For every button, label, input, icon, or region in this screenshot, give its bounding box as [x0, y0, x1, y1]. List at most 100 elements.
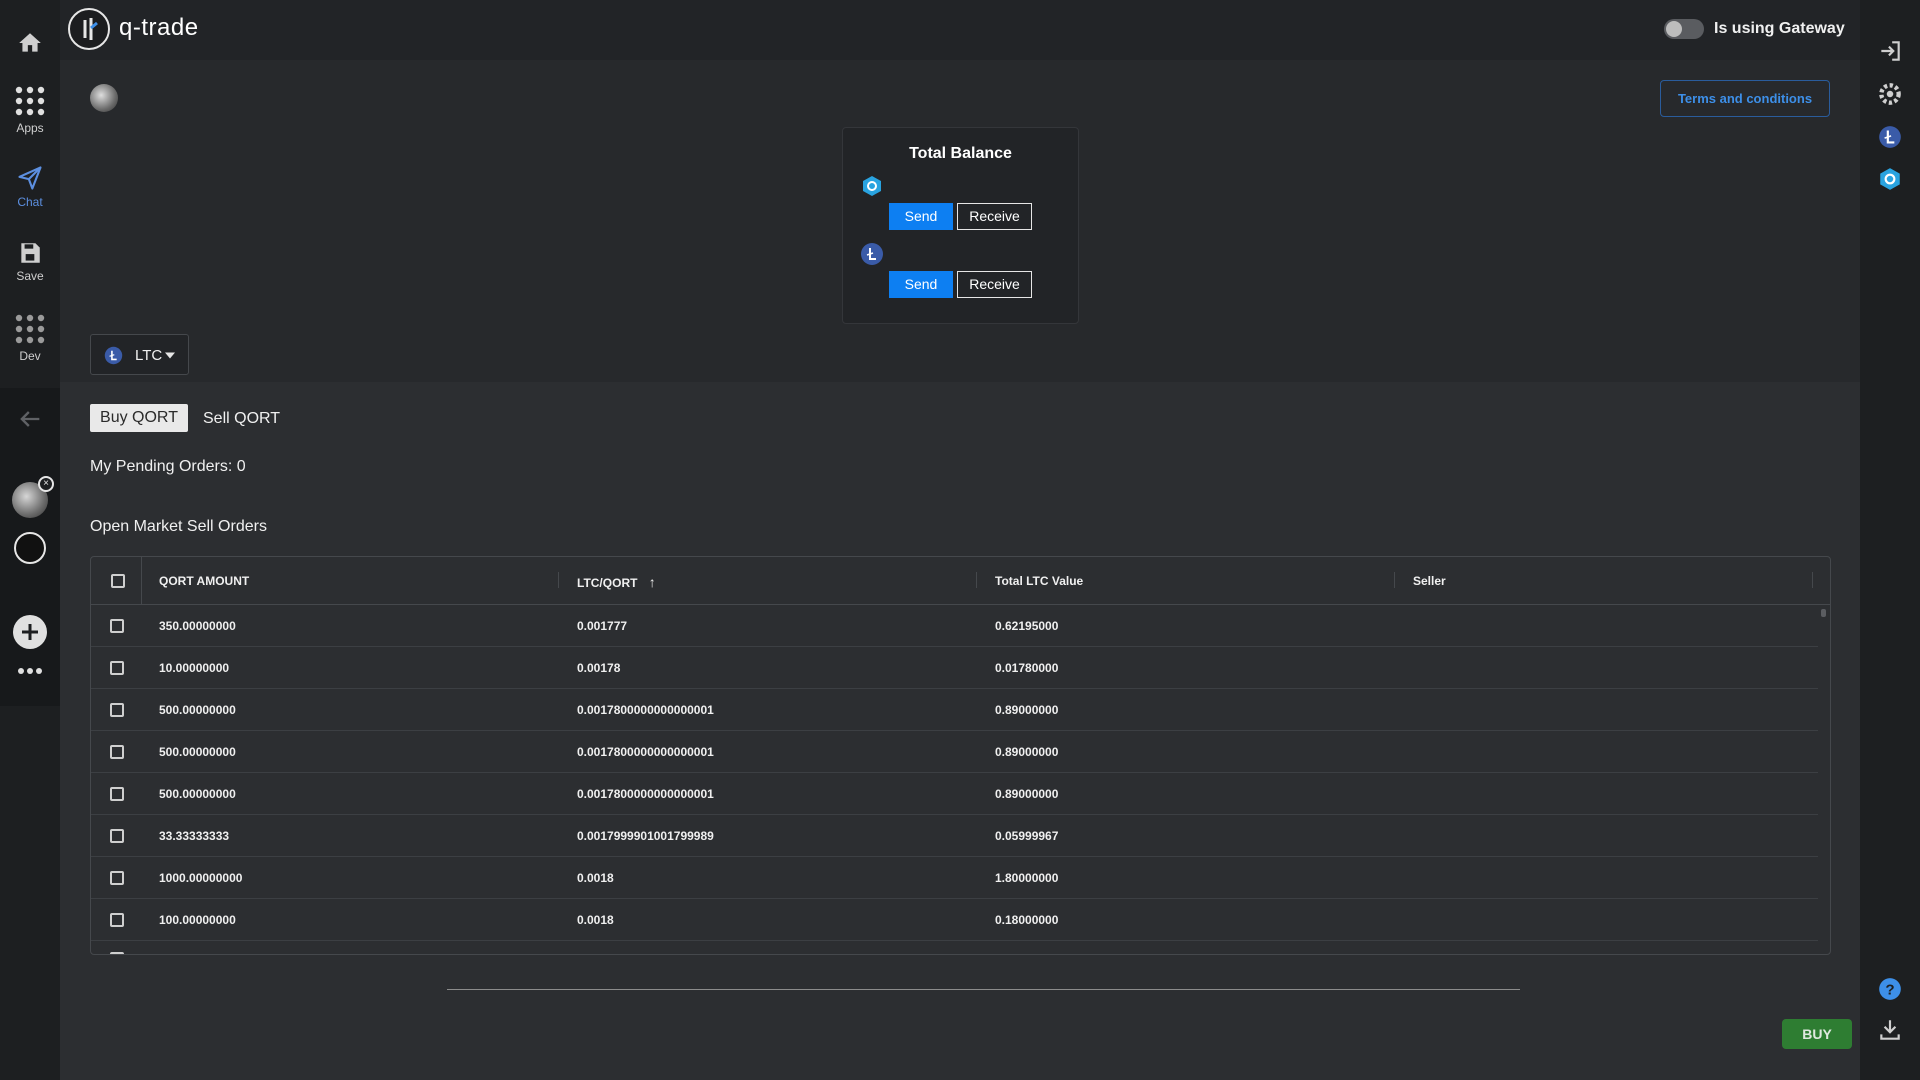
sidebar-item-label: Save — [16, 269, 44, 283]
cell-total: 0.62195000 — [995, 619, 1059, 633]
home-button[interactable] — [0, 30, 60, 56]
avatar: × — [12, 476, 54, 518]
table-row[interactable]: 500.00000000 0.0017800000000000001 0.890… — [91, 731, 1818, 773]
table-row[interactable]: 1000.00000000 0.0018 1.80000000 — [91, 857, 1818, 899]
dev-grid-icon — [15, 314, 45, 344]
help-icon[interactable]: ? — [1877, 976, 1903, 1002]
home-icon — [19, 33, 41, 52]
send-plane-icon — [18, 166, 42, 190]
row-checkbox[interactable] — [110, 703, 124, 717]
header-divider — [1394, 572, 1395, 588]
grid-scrollbar[interactable] — [1821, 609, 1826, 617]
sort-arrow-up-icon: ↑ — [648, 574, 656, 590]
table-row[interactable]: 500.00000000 0.0017800000000000001 0.890… — [91, 689, 1818, 731]
qortal-logo-icon — [83, 18, 98, 40]
table-row[interactable]: 33.33333333 0.0017999901001799989 0.0599… — [91, 815, 1818, 857]
table-row[interactable]: 10.00000000 0.00178 0.01780000 — [91, 647, 1818, 689]
row-checkbox[interactable] — [110, 952, 124, 954]
table-row[interactable]: 100.00000000 0.0018 0.18000000 — [91, 899, 1818, 941]
cell-total: 0.01780000 — [995, 661, 1059, 675]
column-header-seller[interactable]: Seller — [1413, 574, 1446, 588]
avatar[interactable] — [90, 84, 118, 112]
tab-sell-qort[interactable]: Sell QORT — [203, 410, 280, 428]
download-icon[interactable] — [1877, 1017, 1903, 1043]
sidebar-item-save[interactable]: Save — [0, 240, 60, 283]
gear-icon[interactable] — [1877, 81, 1903, 107]
total-balance-card: Total Balance Send Receive Send Receive — [842, 127, 1079, 324]
cell-price: 0.0017800000000000001 — [577, 787, 714, 801]
row-checkbox[interactable] — [110, 871, 124, 885]
grid-header: QORT AMOUNT LTC/QORT ↑ Total LTC Value S… — [91, 557, 1830, 605]
column-header-price[interactable]: LTC/QORT ↑ — [577, 574, 656, 590]
cell-total: 0.18000000 — [995, 913, 1059, 927]
left-sidebar: Apps Chat Save Dev × — [0, 0, 60, 1080]
row-checkbox[interactable] — [110, 829, 124, 843]
select-all-checkbox[interactable] — [111, 574, 125, 588]
receive-qort-button[interactable]: Receive — [957, 203, 1032, 230]
header-divider — [1812, 572, 1813, 588]
cell-amount: 350.00000000 — [159, 619, 236, 633]
top-bar — [60, 0, 1860, 60]
header-divider — [558, 572, 559, 588]
cell-price: 0.0017800000000000001 — [577, 745, 714, 759]
send-qort-button[interactable]: Send — [889, 203, 953, 230]
back-button[interactable] — [0, 405, 60, 433]
more-dots-icon — [18, 668, 42, 674]
row-checkbox[interactable] — [110, 619, 124, 633]
caret-down-icon — [165, 352, 175, 359]
row-checkbox[interactable] — [110, 913, 124, 927]
column-header-amount[interactable]: QORT AMOUNT — [159, 574, 249, 588]
cell-price: 0.0017999901001799989 — [577, 829, 714, 843]
open-app-qtrade[interactable] — [0, 532, 60, 564]
qortal-coin-icon — [863, 176, 881, 196]
cell-price: 0.0018 — [577, 913, 614, 927]
right-sidebar: ? — [1860, 0, 1920, 1080]
cell-price: 0.00178 — [577, 661, 621, 675]
orders-title: Open Market Sell Orders — [90, 518, 267, 535]
coin-select[interactable]: LTC — [90, 334, 189, 375]
cell-total: 0.89000000 — [995, 787, 1059, 801]
sidebar-item-label: Chat — [17, 195, 43, 209]
plus-icon — [13, 615, 47, 649]
column-header-total[interactable]: Total LTC Value — [995, 574, 1083, 588]
send-ltc-button[interactable]: Send — [889, 271, 953, 298]
column-header-price-label: LTC/QORT — [577, 576, 638, 590]
app-title: q-trade — [119, 14, 199, 41]
save-disk-icon — [21, 243, 40, 263]
cell-amount: 500.00000000 — [159, 787, 236, 801]
cell-total: 0.89000000 — [995, 703, 1059, 717]
qortal-coin-icon[interactable] — [1877, 166, 1903, 192]
receive-ltc-button[interactable]: Receive — [957, 271, 1032, 298]
cell-total: 0.89000000 — [995, 745, 1059, 759]
terms-button[interactable]: Terms and conditions — [1660, 80, 1830, 117]
sidebar-item-chat[interactable]: Chat — [0, 164, 60, 209]
coin-select-value: LTC — [135, 347, 163, 364]
pending-orders: My Pending Orders: 0 — [90, 458, 246, 475]
sidebar-item-label: Apps — [16, 121, 44, 135]
tab-buy-qort[interactable]: Buy QORT — [90, 404, 188, 432]
add-app-button[interactable] — [0, 615, 60, 649]
svg-text:?: ? — [1885, 981, 1894, 998]
more-button[interactable] — [0, 666, 60, 676]
cell-total: 1.80000000 — [995, 871, 1059, 885]
row-checkbox[interactable] — [110, 787, 124, 801]
row-checkbox[interactable] — [110, 661, 124, 675]
sidebar-item-apps[interactable]: Apps — [0, 84, 60, 135]
sidebar-item-label: Dev — [19, 349, 41, 363]
cell-amount: 33.33333333 — [159, 829, 230, 843]
table-row[interactable]: 350.00000000 0.001777 0.62195000 — [91, 605, 1818, 647]
litecoin-icon[interactable] — [1877, 124, 1903, 150]
table-row[interactable]: 500.00000000 0.0017800000000000001 0.890… — [91, 773, 1818, 815]
close-icon[interactable]: × — [38, 476, 54, 492]
qtrade-logo — [68, 8, 110, 50]
gateway-toggle[interactable] — [1664, 19, 1704, 39]
sidebar-item-dev[interactable]: Dev — [0, 312, 60, 363]
balance-title: Total Balance — [909, 145, 1012, 162]
buy-button[interactable]: BUY — [1782, 1019, 1852, 1049]
row-checkbox[interactable] — [110, 745, 124, 759]
open-app-avatar[interactable]: × — [0, 476, 60, 518]
cell-amount: 10.00000000 — [159, 661, 230, 675]
cell-amount: 500.00000000 — [159, 745, 236, 759]
cell-amount: 1000.00000000 — [159, 871, 243, 885]
logout-icon[interactable] — [1877, 38, 1903, 64]
